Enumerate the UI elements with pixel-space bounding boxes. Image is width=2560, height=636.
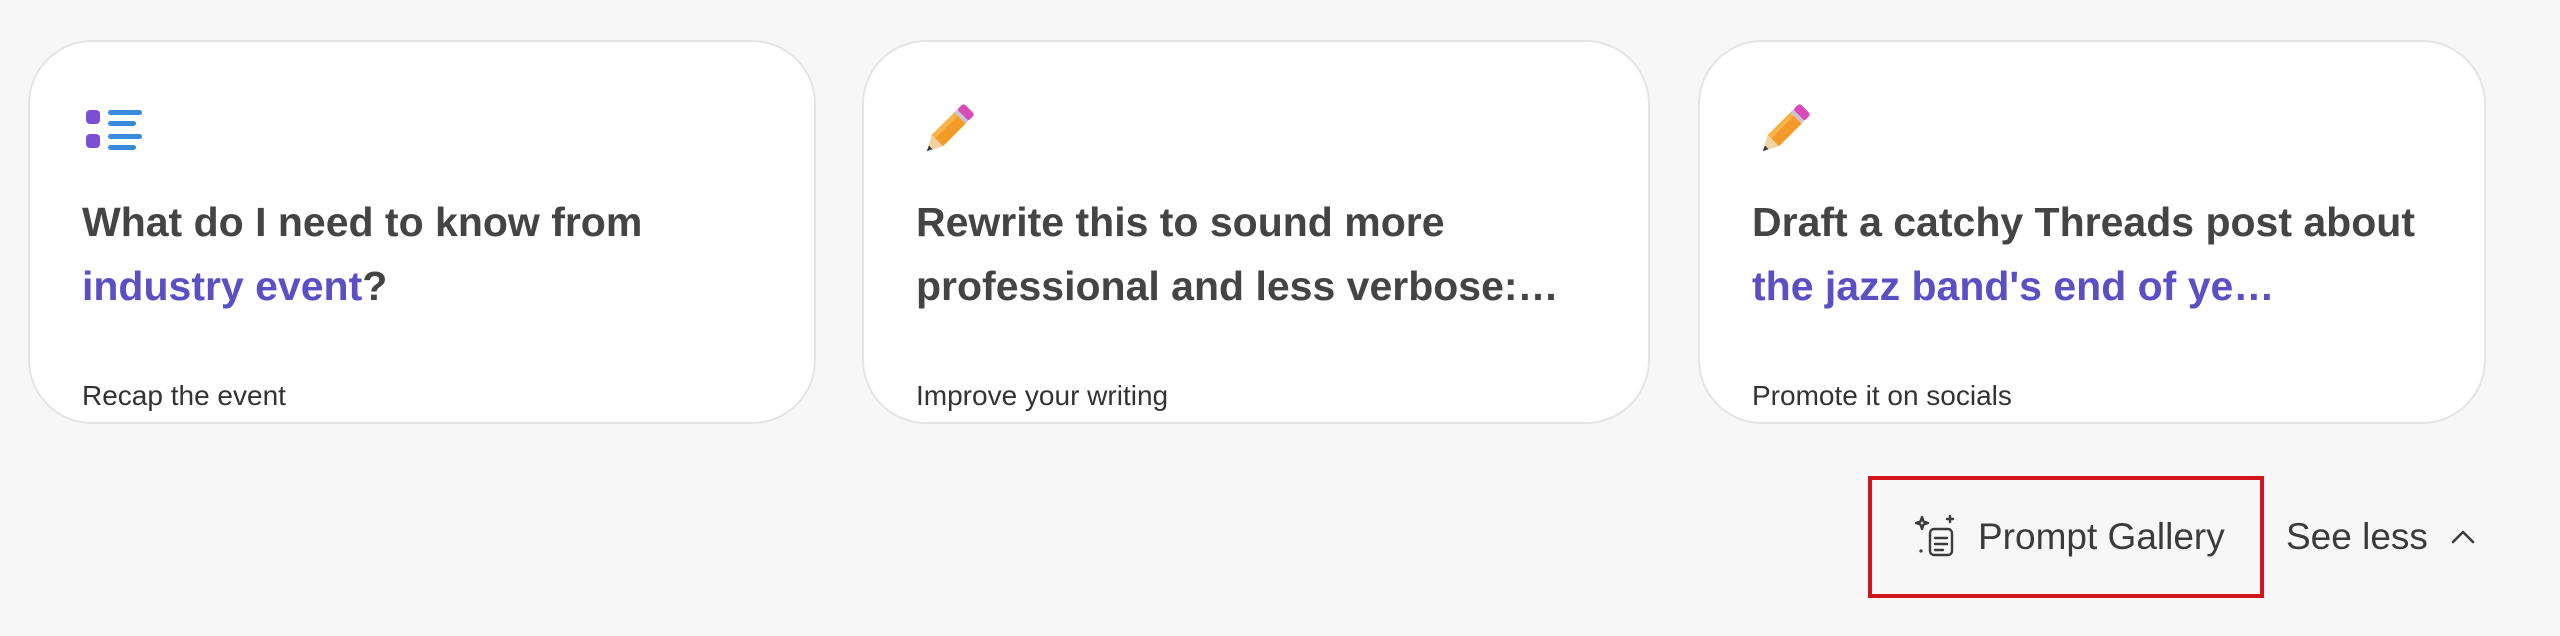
prompt-gallery-icon xyxy=(1912,513,1960,561)
pencil-icon xyxy=(1752,98,1816,162)
prompt-text-part: What do I need to know from xyxy=(82,199,643,245)
prompt-caption: Improve your writing xyxy=(916,380,1169,411)
prompt-text-part: ? xyxy=(362,263,388,309)
prompt-card-promote-socials[interactable]: Draft a catchy Threads post about the ja… xyxy=(1698,40,2486,424)
list-icon xyxy=(82,98,146,162)
prompt-text: Draft a catchy Threads post about the ja… xyxy=(1752,190,2444,318)
prompt-card-improve-writing[interactable]: Rewrite this to sound more professional … xyxy=(862,40,1650,424)
see-less-button[interactable]: See less xyxy=(2286,476,2480,598)
prompt-text-part: Rewrite this to sound more professional … xyxy=(916,199,1559,309)
prompt-gallery-button[interactable]: Prompt Gallery xyxy=(1868,476,2264,598)
prompt-placeholder: the jazz band's end of ye… xyxy=(1752,263,2275,309)
prompt-card-recap-event[interactable]: What do I need to know from industry eve… xyxy=(28,40,816,424)
prompt-suggestions: What do I need to know from industry eve… xyxy=(0,0,2560,440)
prompt-actions: Prompt Gallery See less xyxy=(1868,476,2508,598)
prompt-placeholder: industry event xyxy=(82,263,363,309)
pencil-icon xyxy=(916,98,980,162)
prompt-text: What do I need to know from industry eve… xyxy=(82,190,774,318)
see-less-label: See less xyxy=(2286,516,2428,557)
prompt-text-part: Draft a catchy Threads post about xyxy=(1752,199,2415,245)
prompt-text: Rewrite this to sound more professional … xyxy=(916,190,1608,318)
chevron-up-icon xyxy=(2446,520,2480,554)
prompt-caption: Recap the event xyxy=(82,380,286,411)
prompt-gallery-label: Prompt Gallery xyxy=(1978,516,2225,557)
prompt-caption: Promote it on socials xyxy=(1752,380,2012,411)
